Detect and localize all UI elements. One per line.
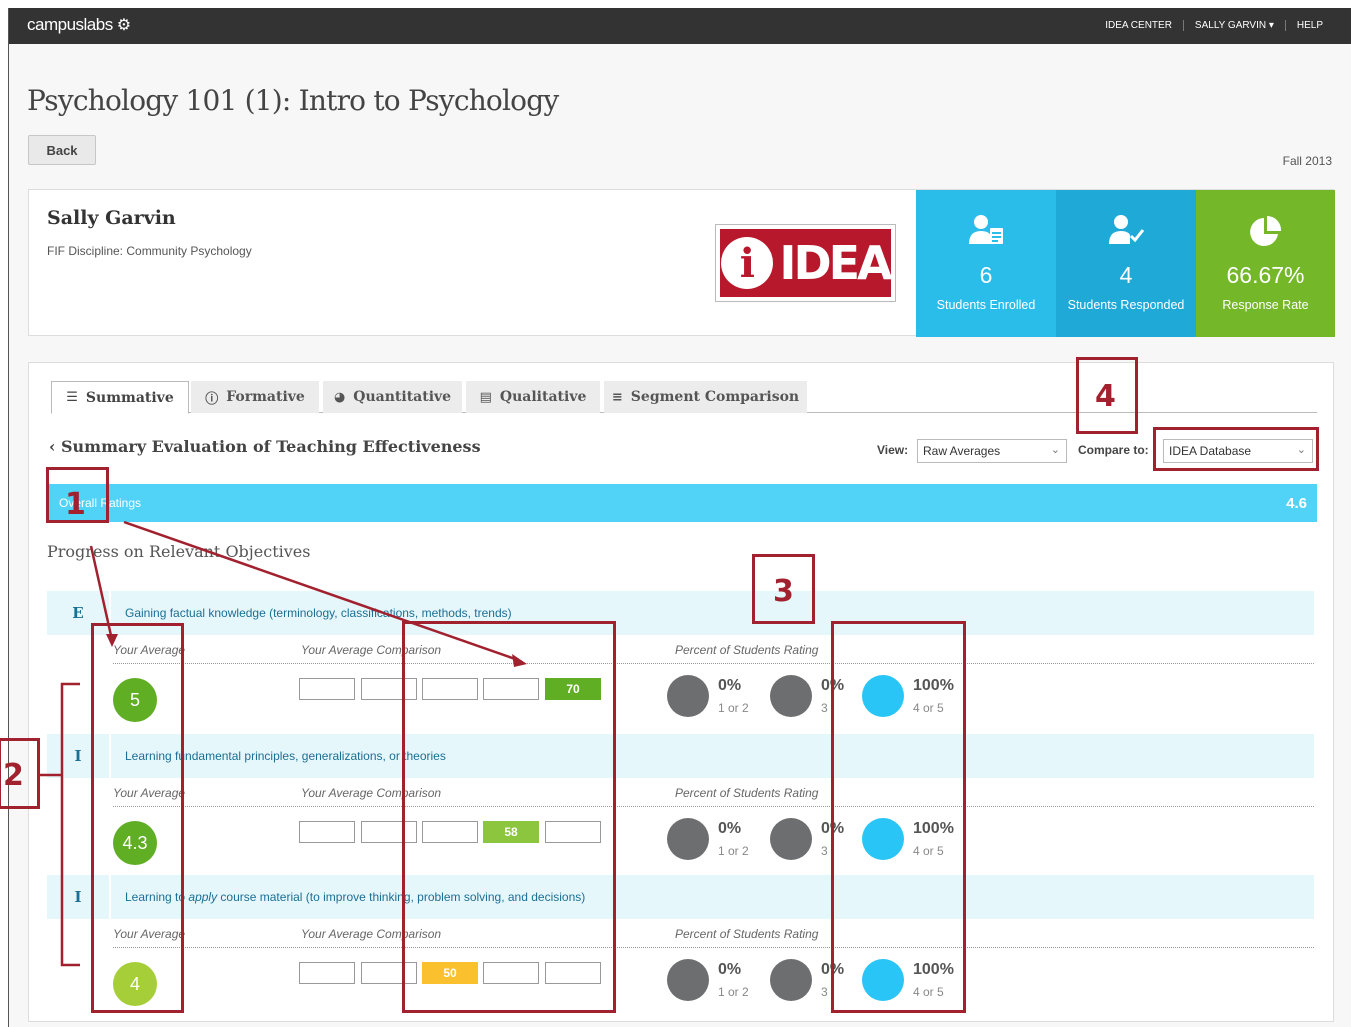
- tab-label: Summative: [85, 389, 174, 406]
- stat-response-rate: 66.67% Response Rate: [1196, 190, 1335, 337]
- top-bar: campuslabs ⚙ IDEA CENTER SALLY GARVIN ▾ H…: [9, 8, 1351, 44]
- top-nav: IDEA CENTER SALLY GARVIN ▾ HELP: [1094, 20, 1334, 31]
- nav-idea-center[interactable]: IDEA CENTER: [1094, 20, 1183, 31]
- tab-label: Formative: [226, 389, 305, 405]
- user-clipboard-icon: [916, 214, 1056, 254]
- pie-icon: ◕: [333, 389, 346, 405]
- objective-row: I Learning to apply course material (to i…: [47, 875, 1314, 1013]
- percent-circle: [770, 675, 812, 717]
- annotation-number-1: 1: [65, 487, 86, 522]
- stat-label: Students Responded: [1067, 298, 1185, 312]
- chevron-down-icon: ⌄: [1050, 444, 1060, 456]
- user-check-icon: [1056, 214, 1196, 254]
- idea-logo: i IDEA: [715, 224, 896, 302]
- tab-qualitative[interactable]: ▤ Qualitative: [466, 381, 600, 413]
- logo-text: campuslabs: [27, 15, 113, 34]
- percent-circle: [667, 818, 709, 860]
- percent-circle: [667, 959, 709, 1001]
- header-percent-rating: Percent of Students Rating: [675, 927, 819, 941]
- percent-label: 1 or 2: [718, 844, 749, 858]
- header-percent-rating: Percent of Students Rating: [675, 643, 819, 657]
- annotation-box-comparison-column: [402, 621, 616, 1013]
- objective-header[interactable]: I Learning to apply course material (to i…: [47, 875, 1314, 919]
- stat-students-responded: 4 Students Responded: [1056, 190, 1196, 337]
- back-button[interactable]: Back: [28, 135, 96, 165]
- tab-formative[interactable]: ⓘ Formative: [191, 381, 319, 413]
- objective-text-part: Gaining factual knowledge (terminology, …: [125, 606, 512, 620]
- stat-value: 4: [1119, 262, 1133, 288]
- objective-row: E Gaining factual knowledge (terminology,…: [47, 591, 1314, 729]
- view-label: View:: [877, 443, 909, 457]
- chevron-left-icon: ‹: [49, 437, 61, 456]
- tab-segment-comparison[interactable]: ≡ Segment Comparison: [604, 381, 807, 413]
- page-title: Psychology 101 (1): Intro to Psychology: [27, 84, 559, 117]
- objective-row: I Learning fundamental principles, genera…: [47, 734, 1314, 872]
- report-panel: ☰ Summative ⓘ Formative ◕ Quantitative ▤ Qua…: [28, 362, 1334, 1022]
- instructor-name: Sally Garvin: [47, 207, 176, 229]
- nav-help[interactable]: HELP: [1284, 20, 1334, 31]
- tab-label: Quantitative: [353, 389, 452, 405]
- annotation-box-average-column: [91, 623, 184, 1013]
- percent-value: 0%: [718, 961, 742, 978]
- pie-chart-icon: [1196, 214, 1335, 258]
- comparison-box: [299, 678, 355, 700]
- percent-label: 1 or 2: [718, 701, 749, 715]
- percent-label: 3: [821, 844, 828, 858]
- stat-value: 6: [979, 262, 993, 288]
- instructor-card: Sally Garvin FIF Discipline: Community P…: [28, 189, 1335, 337]
- stat-value: 66.67%: [1226, 262, 1305, 288]
- percent-value: 0%: [718, 677, 742, 694]
- percent-circle: [770, 959, 812, 1001]
- bar-list-icon: ☰: [66, 390, 78, 405]
- section-title-text: Summary Evaluation of Teaching Effective…: [60, 437, 481, 456]
- percent-label: 1 or 2: [718, 985, 749, 999]
- app-window: campuslabs ⚙ IDEA CENTER SALLY GARVIN ▾ H…: [0, 8, 1351, 1027]
- list-box-icon: ▤: [479, 389, 492, 405]
- view-select[interactable]: Raw Averages ⌄: [917, 439, 1067, 463]
- objective-text: Gaining factual knowledge (terminology, …: [125, 606, 512, 620]
- overall-ratings-bar[interactable]: Overall Ratings 4.6: [47, 484, 1317, 522]
- objective-text-emphasis: apply: [188, 890, 218, 904]
- stat-students-enrolled: 6 Students Enrolled: [916, 190, 1056, 337]
- annotation-number-2: 2: [3, 758, 24, 793]
- tab-summative[interactable]: ☰ Summative: [51, 381, 189, 414]
- objective-header[interactable]: I Learning fundamental principles, genera…: [47, 734, 1314, 778]
- tab-label: Qualitative: [499, 389, 587, 405]
- objective-header[interactable]: E Gaining factual knowledge (terminology,…: [47, 591, 1314, 635]
- stat-label: Response Rate: [1222, 298, 1309, 312]
- section-title[interactable]: ‹ Summary Evaluation of Teaching Effecti…: [49, 437, 481, 456]
- comparison-box: [299, 821, 355, 843]
- instructor-discipline: FIF Discipline: Community Psychology: [47, 244, 252, 258]
- campuslabs-logo[interactable]: campuslabs ⚙: [27, 15, 131, 35]
- annotation-box-percent-column: [831, 621, 966, 1013]
- annotation-box-compare: [1153, 427, 1319, 471]
- tab-label: Segment Comparison: [630, 389, 800, 405]
- idea-logo-text: IDEA: [779, 236, 892, 290]
- percent-circle: [667, 675, 709, 717]
- comparison-box: [299, 962, 355, 984]
- term-label: Fall 2013: [1282, 154, 1332, 168]
- stat-label: Students Enrolled: [936, 298, 1036, 312]
- tab-quantitative[interactable]: ◕ Quantitative: [323, 381, 462, 413]
- info-circle-icon: ⓘ: [205, 391, 219, 407]
- annotation-number-3: 3: [773, 574, 794, 609]
- percent-label: 3: [821, 701, 828, 715]
- sliders-icon: ≡: [611, 389, 623, 405]
- percent-circle: [770, 818, 812, 860]
- header-percent-rating: Percent of Students Rating: [675, 786, 819, 800]
- view-select-value: Raw Averages: [923, 444, 1001, 458]
- network-gear-icon: ⚙: [116, 17, 131, 34]
- compare-label: Compare to:: [1078, 443, 1149, 457]
- overall-ratings-value: 4.6: [1286, 495, 1307, 512]
- dotted-divider: [113, 947, 1314, 948]
- dotted-divider: [113, 663, 1314, 664]
- progress-title: Progress on Relevant Objectives: [47, 542, 311, 561]
- idea-logo-mark: i: [721, 237, 774, 289]
- nav-user-menu[interactable]: SALLY GARVIN ▾: [1182, 20, 1285, 31]
- percent-label: 3: [821, 985, 828, 999]
- dotted-divider: [113, 806, 1314, 807]
- percent-value: 0%: [718, 820, 742, 837]
- annotation-number-4: 4: [1095, 379, 1116, 414]
